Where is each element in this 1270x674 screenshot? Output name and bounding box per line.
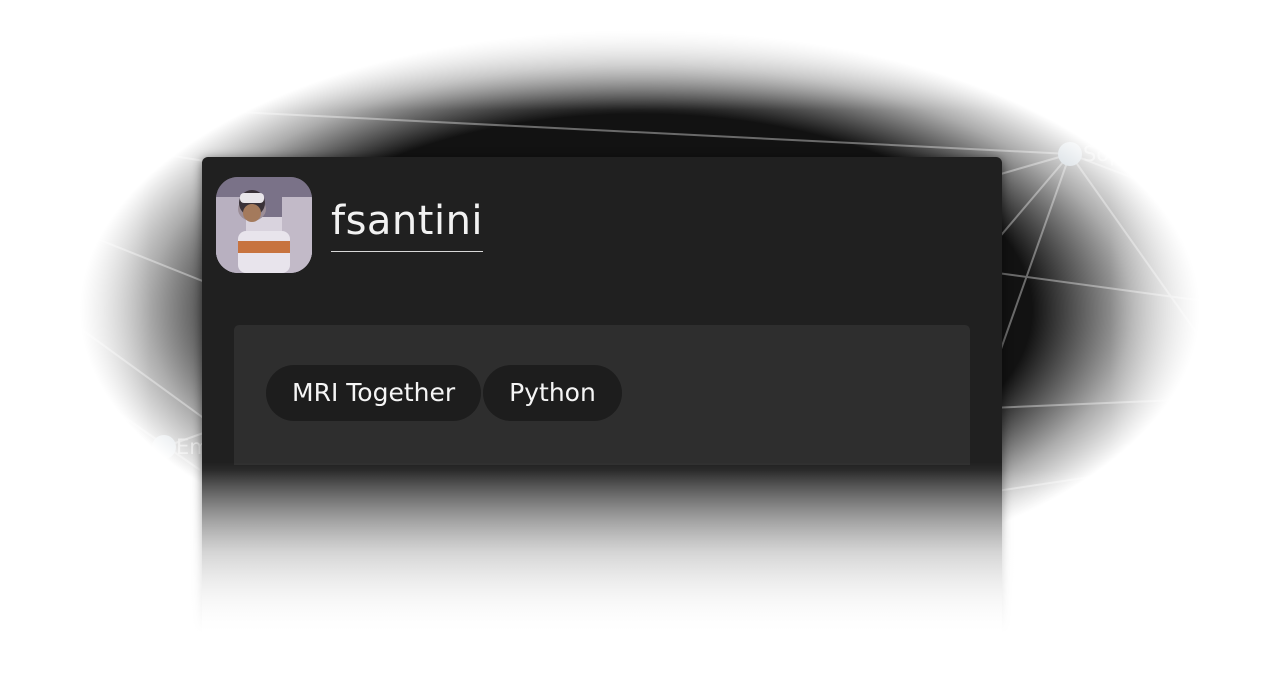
tags-panel: MRI Together Python: [234, 325, 970, 465]
graph-edge: [0, 446, 165, 521]
graph-edge: [0, 99, 1071, 155]
graph-edge: [1069, 153, 1231, 381]
graph-edge: [989, 449, 1270, 493]
graph-edge: [989, 395, 1270, 409]
graph-node-label: Sophie Schauman: [1083, 142, 1270, 166]
username-link[interactable]: fsantini: [331, 197, 484, 252]
user-avatar[interactable]: [216, 177, 312, 273]
graph-edge: [989, 271, 1270, 311]
graph-edge: [989, 153, 1071, 381]
graph-edge: [163, 446, 191, 641]
tag-chip-python[interactable]: Python: [483, 365, 622, 421]
profile-card: fsantini MRI Together Python: [202, 157, 1002, 637]
graph-node-emily[interactable]: [152, 435, 176, 459]
stage: Sophie Schauman Emily fsantini: [0, 0, 1270, 674]
graph-node-sophie[interactable]: [1058, 142, 1082, 166]
tag-chip-mri-together[interactable]: MRI Together: [266, 365, 482, 421]
graph-edge: [29, 446, 165, 561]
avatar-photo-icon: [216, 177, 312, 273]
tags-list: MRI Together Python: [266, 365, 624, 421]
